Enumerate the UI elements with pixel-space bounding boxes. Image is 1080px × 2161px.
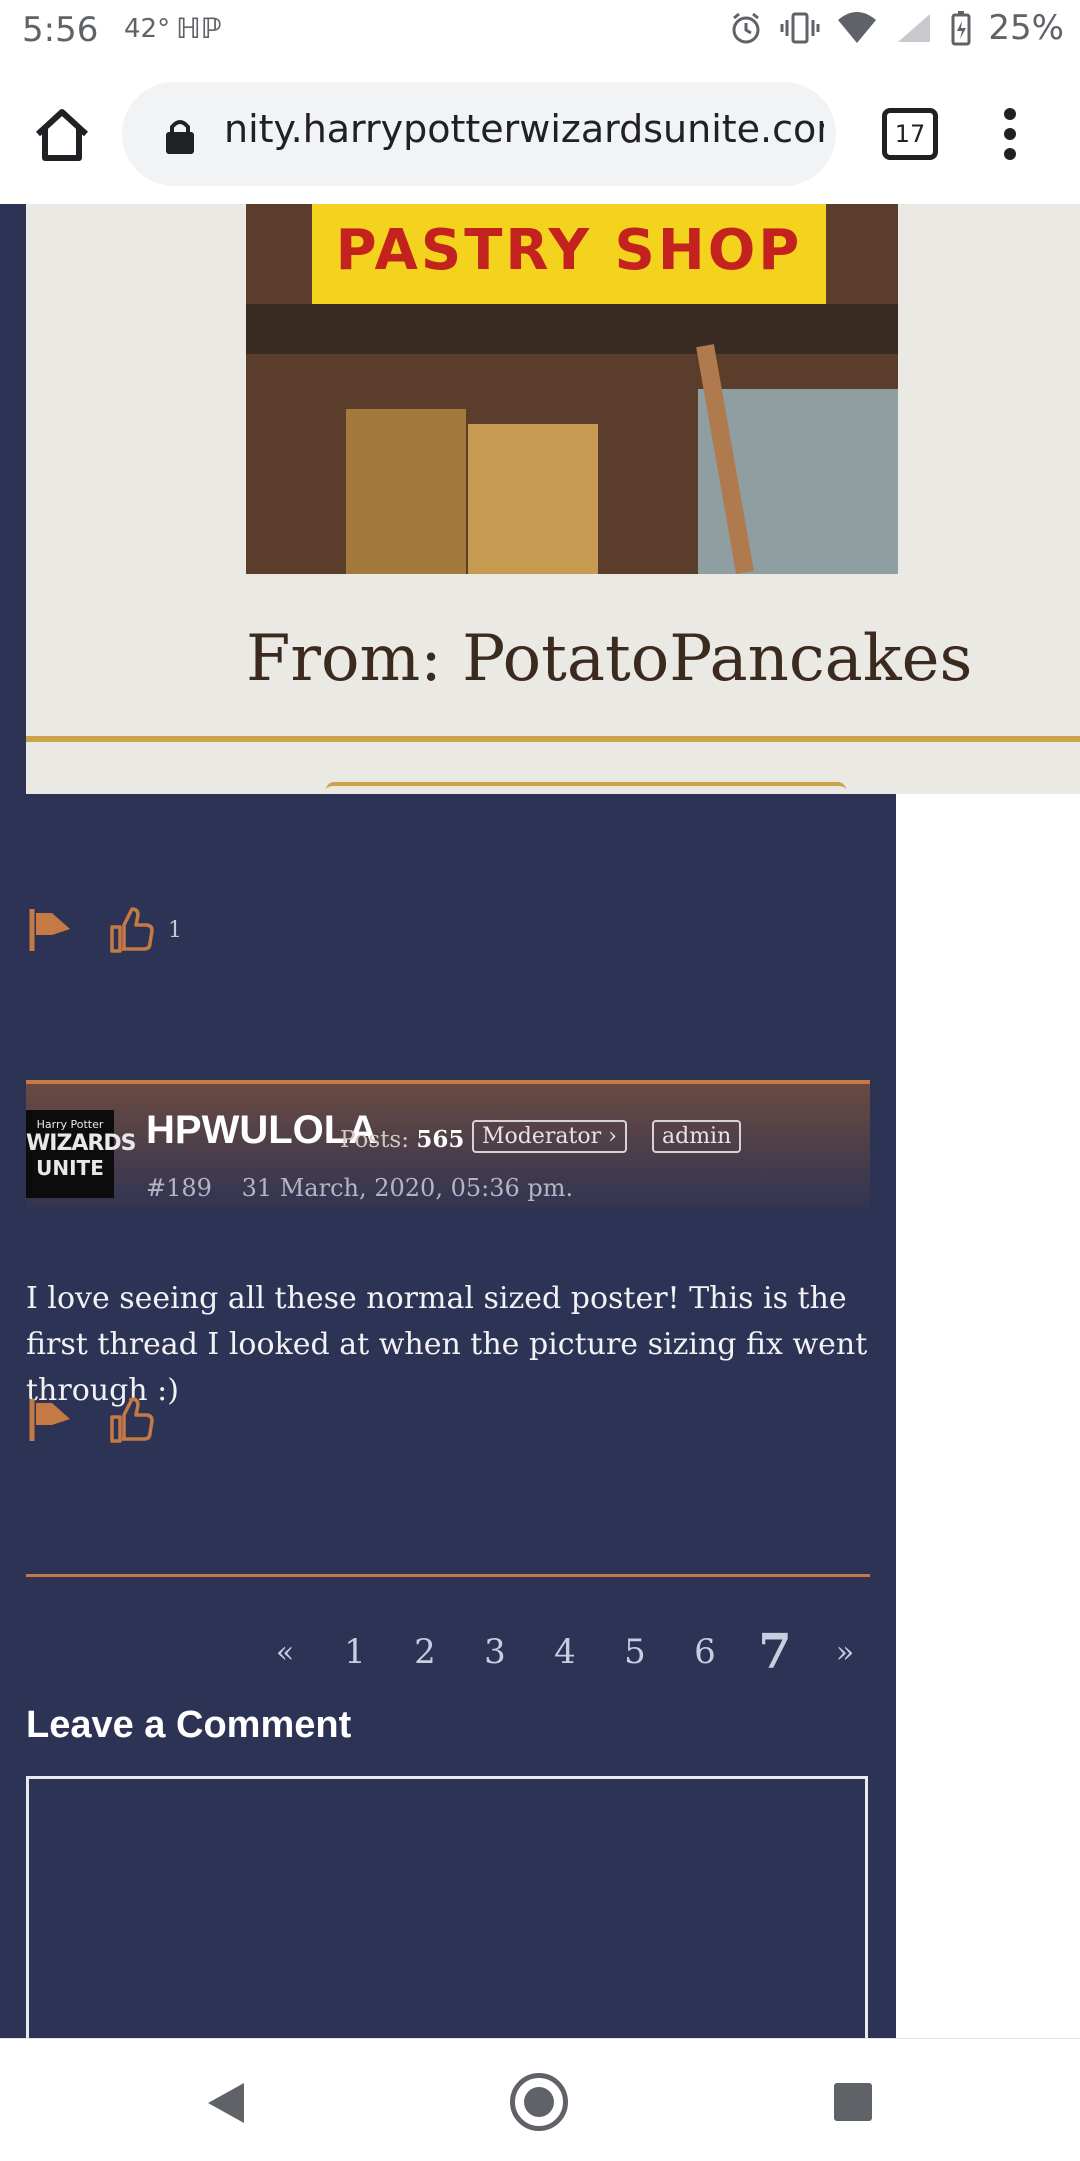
section-divider xyxy=(26,1574,870,1577)
image-caption: From: PotatoPancakes xyxy=(246,622,973,696)
avatar[interactable]: Harry Potter WIZARDS UNITE xyxy=(26,1110,136,1198)
wifi-icon xyxy=(838,12,877,43)
page-5[interactable]: 5 xyxy=(600,1632,670,1672)
status-bar: 5:56 42° ℍℙ 25% xyxy=(0,0,1080,62)
avatar-logo-line1: Harry Potter xyxy=(36,1118,104,1131)
url-text[interactable]: nity.harrypotterwizardsunite.com xyxy=(224,107,824,151)
pagination-prev[interactable]: « xyxy=(250,1635,320,1670)
post-header: Harry Potter WIZARDS UNITE HPWULOLA Post… xyxy=(26,1080,870,1216)
admin-badge: admin xyxy=(652,1120,742,1153)
post-number[interactable]: #189 xyxy=(146,1174,212,1202)
page-4[interactable]: 4 xyxy=(530,1632,600,1672)
post-image[interactable]: PASTRY SHOP From: PotatoPancakes xyxy=(26,204,1080,794)
home-circle-icon[interactable] xyxy=(510,2073,568,2131)
posts-label: Posts: xyxy=(340,1127,409,1153)
vibrate-icon xyxy=(780,12,820,44)
page-1[interactable]: 1 xyxy=(320,1632,390,1672)
post-count: Posts: 565 xyxy=(340,1126,464,1153)
shop-sign-text: PASTRY SHOP xyxy=(335,218,803,283)
page-6[interactable]: 6 xyxy=(670,1632,740,1672)
pagination: « 1 2 3 4 5 6 7 » xyxy=(250,1624,880,1680)
avatar-logo-line2: WIZARDS xyxy=(26,1131,136,1156)
page-2[interactable]: 2 xyxy=(390,1632,460,1672)
post-actions-189 xyxy=(26,1390,156,1450)
like-count: 1 xyxy=(168,917,182,943)
flag-icon[interactable] xyxy=(26,905,76,955)
status-temperature: 42° xyxy=(124,14,171,44)
leave-comment-title: Leave a Comment xyxy=(26,1704,352,1746)
moderator-badge[interactable]: Moderator › xyxy=(472,1120,627,1153)
flag-icon[interactable] xyxy=(26,1395,76,1445)
divider xyxy=(26,736,1080,742)
hp-app-icon: ℍℙ xyxy=(176,12,222,45)
battery-icon xyxy=(951,11,971,46)
battery-percent: 25% xyxy=(988,8,1064,48)
posts-count: 565 xyxy=(416,1126,465,1153)
address-bar[interactable]: nity.harrypotterwizardsunite.com xyxy=(122,82,836,186)
frame-edge xyxy=(326,782,846,798)
post-meta: #189 31 March, 2020, 05:36 pm. xyxy=(146,1174,573,1202)
tab-switcher-button[interactable]: 17 xyxy=(882,108,938,160)
pastry-shop-photo: PASTRY SHOP xyxy=(246,204,898,574)
post-actions: 1 xyxy=(26,900,182,960)
page-7-current[interactable]: 7 xyxy=(740,1624,810,1680)
recent-apps-icon[interactable] xyxy=(834,2083,872,2121)
browser-toolbar: nity.harrypotterwizardsunite.com 17 xyxy=(0,62,1080,204)
alarm-icon xyxy=(732,12,760,44)
home-icon[interactable] xyxy=(30,104,94,164)
thumbs-up-icon[interactable] xyxy=(106,1395,156,1445)
status-icons: 25% xyxy=(728,8,1064,48)
page-3[interactable]: 3 xyxy=(460,1632,530,1672)
overflow-menu-icon[interactable] xyxy=(998,104,1022,164)
comment-textarea[interactable] xyxy=(26,1776,868,2038)
pagination-next[interactable]: » xyxy=(810,1635,880,1670)
back-icon[interactable] xyxy=(206,2081,246,2125)
lock-icon xyxy=(166,120,194,154)
system-navigation-bar xyxy=(0,2038,1080,2161)
status-time: 5:56 xyxy=(22,10,99,50)
post-timestamp: 31 March, 2020, 05:36 pm. xyxy=(241,1174,574,1202)
avatar-logo-line3: UNITE xyxy=(36,1156,104,1180)
signal-icon xyxy=(898,14,931,42)
shop-sign: PASTRY SHOP xyxy=(312,204,826,304)
page-content: PASTRY SHOP From: PotatoPancakes 1 Harry… xyxy=(0,204,1080,2038)
thumbs-up-icon[interactable] xyxy=(106,905,156,955)
